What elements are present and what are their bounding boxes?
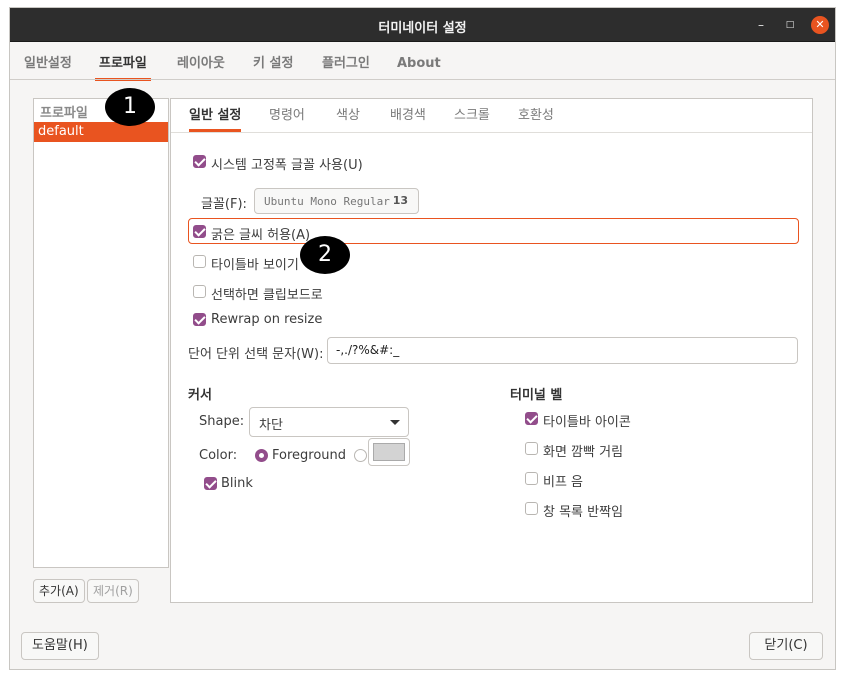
cursor-blink-label: Blink [221, 476, 253, 491]
foreground-label: Foreground [272, 448, 347, 463]
bold-text-checkbox[interactable] [193, 225, 206, 238]
show-titlebar-label: 타이틀바 보이기 [211, 258, 299, 273]
bell-icon-checkbox[interactable] [525, 412, 538, 425]
bell-urgent-label: 창 목록 반짝임 [543, 505, 624, 520]
tab-keybindings[interactable]: 키 설정 [249, 52, 297, 78]
bell-flash-checkbox[interactable] [525, 442, 538, 455]
show-titlebar-checkbox[interactable] [193, 255, 206, 268]
maximize-icon[interactable]: □ [781, 16, 799, 34]
subtab-divider [171, 132, 812, 133]
subtab-colors[interactable]: 색상 [336, 102, 360, 129]
subtab-background[interactable]: 배경색 [390, 102, 426, 129]
foreground-radio[interactable] [255, 449, 268, 462]
copy-on-selection-label: 선택하면 클립보드로 [211, 288, 323, 303]
subtab-compatibility[interactable]: 호환성 [518, 102, 554, 129]
color-swatch [373, 443, 405, 461]
cursor-blink-checkbox[interactable] [204, 477, 217, 490]
tab-plugins[interactable]: 플러그인 [318, 52, 374, 78]
tab-global[interactable]: 일반설정 [20, 52, 76, 78]
profile-list-header: 프로파일 [40, 106, 88, 121]
font-chooser-button[interactable]: Ubuntu Mono Regular 13 [254, 188, 419, 214]
profile-item-default[interactable]: default [34, 122, 168, 142]
tab-profiles[interactable]: 프로파일 [95, 52, 151, 81]
remove-profile-button[interactable]: 제거(R) [87, 579, 139, 603]
word-chars-label: 단어 단위 선택 문자(W): [188, 347, 324, 362]
cursor-shape-label: Shape: [199, 414, 245, 429]
cursor-color-button[interactable] [368, 438, 410, 466]
bell-beep-checkbox[interactable] [525, 472, 538, 485]
font-size: 13 [392, 194, 408, 207]
copy-on-selection-checkbox[interactable] [193, 285, 206, 298]
add-profile-button[interactable]: 추가(A) [33, 579, 85, 603]
close-window-icon[interactable]: ✕ [811, 16, 829, 34]
tab-layouts[interactable]: 레이아웃 [173, 52, 229, 78]
cursor-color-label: Color: [199, 448, 238, 463]
word-chars-input[interactable]: -,./?%&#:_ [327, 337, 798, 364]
subtab-command[interactable]: 명령어 [269, 102, 305, 129]
annotation-marker-1: 1 [105, 88, 155, 126]
window-title: 터미네이터 설정 [378, 21, 467, 36]
bell-urgent-checkbox[interactable] [525, 502, 538, 515]
bell-section-title: 터미널 벨 [510, 388, 563, 403]
subtab-general[interactable]: 일반 설정 [189, 102, 242, 132]
system-font-checkbox[interactable] [193, 155, 206, 168]
cursor-shape-value: 차단 [259, 418, 283, 433]
cursor-section-title: 커서 [188, 388, 212, 403]
profile-list[interactable]: 프로파일 default [33, 98, 169, 568]
profile-settings-panel: 일반 설정 명령어 색상 배경색 스크롤 호환성 시스템 고정폭 글꼴 사용(U… [170, 98, 813, 603]
font-label: 글꼴(F): [201, 197, 247, 212]
help-button[interactable]: 도움말(H) [21, 632, 99, 660]
tab-about[interactable]: About [393, 52, 445, 78]
bell-flash-label: 화면 깜빡 거림 [543, 445, 624, 460]
rewrap-checkbox[interactable] [193, 313, 206, 326]
annotation-marker-2: 2 [300, 236, 350, 274]
system-font-label: 시스템 고정폭 글꼴 사용(U) [211, 158, 363, 173]
title-bar[interactable]: 터미네이터 설정 – □ ✕ [10, 8, 835, 42]
custom-color-radio[interactable] [354, 449, 367, 462]
close-button[interactable]: 닫기(C) [749, 632, 823, 660]
tab-divider [10, 79, 835, 80]
bold-text-label: 굵은 글씨 허용(A) [211, 228, 311, 243]
font-name: Ubuntu Mono Regular [264, 195, 390, 208]
minimize-icon[interactable]: – [752, 16, 770, 34]
rewrap-label: Rewrap on resize [211, 312, 323, 327]
cursor-shape-select[interactable]: 차단 [249, 407, 409, 437]
dropdown-arrow-icon [390, 420, 400, 425]
bell-beep-label: 비프 음 [543, 475, 584, 490]
subtab-scrolling[interactable]: 스크롤 [454, 102, 490, 129]
bell-icon-label: 타이틀바 아이콘 [543, 415, 631, 430]
